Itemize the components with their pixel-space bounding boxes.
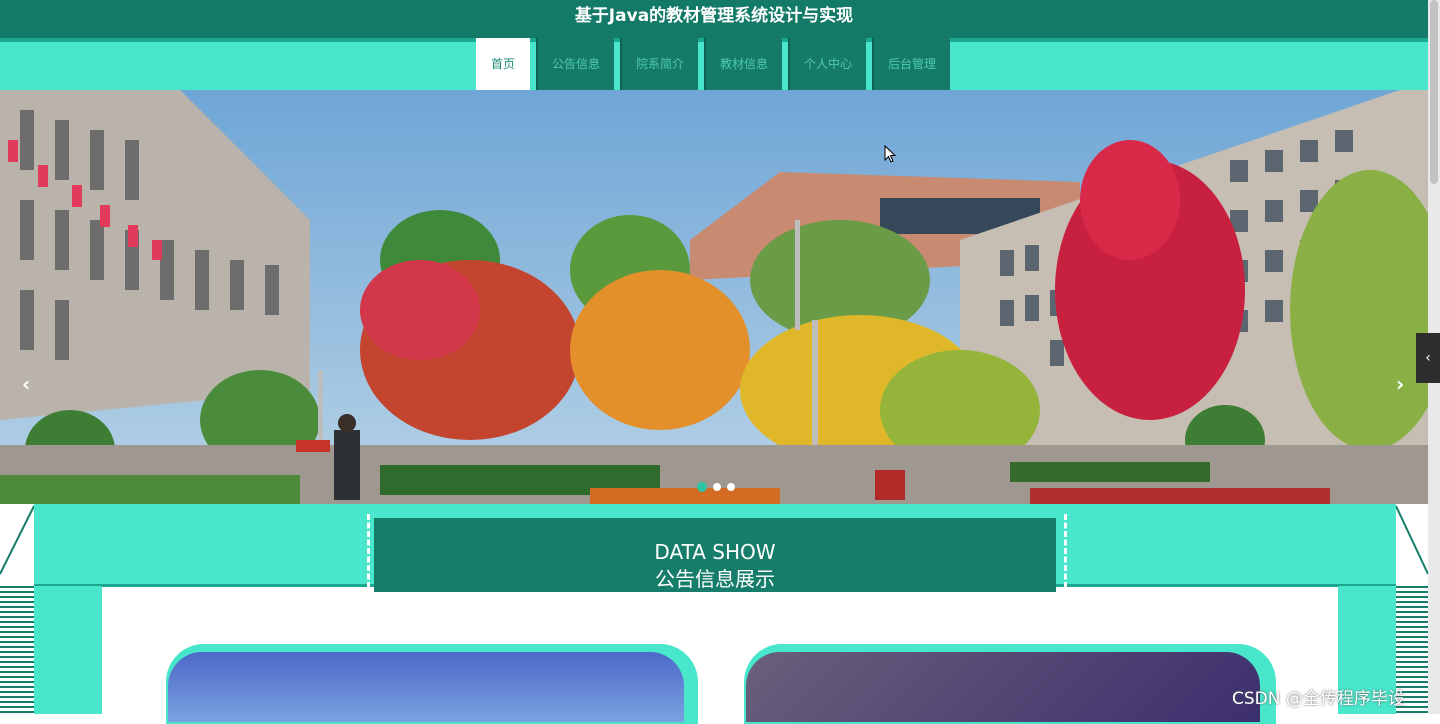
- page-scrollbar-thumb[interactable]: [1430, 0, 1438, 184]
- csdn-watermark: CSDN @全传程序毕设: [1232, 689, 1405, 709]
- section-title-zh: 公告信息展示: [655, 567, 775, 591]
- chevron-right-icon: ›: [1396, 372, 1405, 396]
- nav-item-departments[interactable]: 院系简介: [620, 38, 698, 90]
- mouse-cursor-icon: [884, 145, 896, 163]
- carousel-indicators: [697, 482, 735, 492]
- section-title-box: DATA SHOW 公告信息展示: [374, 518, 1056, 592]
- nav-item-notices[interactable]: 公告信息: [536, 38, 614, 90]
- campus-photo: [0, 90, 1428, 504]
- side-float-toggle[interactable]: ‹: [1416, 333, 1440, 383]
- nav-item-home[interactable]: 首页: [476, 38, 530, 90]
- carousel-dot-2[interactable]: [713, 483, 721, 491]
- site-title-bar: 基于Java的教材管理系统设计与实现: [0, 0, 1428, 38]
- chevron-left-icon: ‹: [22, 372, 31, 396]
- carousel-dot-1[interactable]: [697, 482, 707, 492]
- section-title-en: DATA SHOW: [654, 540, 776, 564]
- site-title: 基于Java的教材管理系统设计与实现: [574, 6, 854, 26]
- notice-card-2-image[interactable]: [746, 652, 1260, 722]
- left-stripe-decoration: [0, 586, 34, 714]
- notice-card-1-image[interactable]: [168, 652, 684, 722]
- left-frame-column: [34, 586, 102, 714]
- nav-item-admin[interactable]: 后台管理: [872, 38, 950, 90]
- carousel-prev-button[interactable]: ‹: [22, 372, 30, 396]
- nav-list: 首页 公告信息 院系简介 教材信息 个人中心 后台管理: [476, 38, 956, 90]
- data-show-section: DATA SHOW 公告信息展示: [0, 504, 1428, 724]
- chevron-left-icon: ‹: [1425, 350, 1431, 366]
- carousel-dot-3[interactable]: [727, 483, 735, 491]
- carousel-next-button[interactable]: ›: [1396, 372, 1404, 396]
- hero-carousel[interactable]: ‹ ›: [0, 90, 1428, 504]
- nav-item-personal-center[interactable]: 个人中心: [788, 38, 866, 90]
- nav-item-textbooks[interactable]: 教材信息: [704, 38, 782, 90]
- main-nav: 首页 公告信息 院系简介 教材信息 个人中心 后台管理: [0, 38, 1428, 90]
